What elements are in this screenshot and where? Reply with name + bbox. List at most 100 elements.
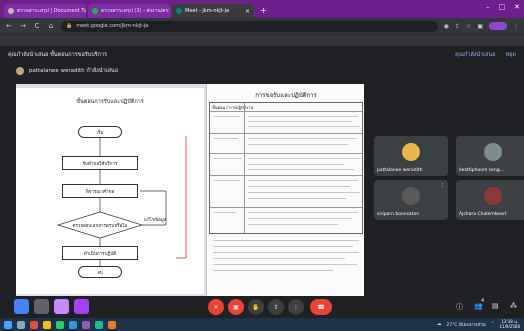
- meeting-title: คุณกำลังนำเสนอ ขั้นตอนการขอรับบริการ: [8, 52, 108, 58]
- avatar: [484, 143, 502, 161]
- present-button[interactable]: ⇧: [268, 299, 284, 315]
- document-panel: การขอรับและปฏิบัติการ ขั้นตอน / การปฏิบั…: [206, 84, 364, 296]
- people-count: 4: [481, 298, 485, 304]
- participant-tile[interactable]: ⋮ siriporn boonsaton: [374, 180, 448, 220]
- clock-date: 11/9/2566: [499, 323, 520, 329]
- address-bar-row: ← → C ⌂ 🔒 meet.google.com/jkm-nkjt-ja ◉ …: [0, 18, 524, 34]
- extensions-icon[interactable]: ▣: [477, 23, 483, 30]
- tab-favicon-icon: [8, 8, 14, 14]
- browser-tab-active[interactable]: Meet - jkm-nkjt-ja ×: [172, 4, 254, 18]
- avatar: [402, 187, 420, 205]
- app-shortcut-button[interactable]: [14, 299, 29, 314]
- flow-step: รับคำขอใช้บริการ: [62, 156, 138, 170]
- back-button[interactable]: ←: [5, 22, 13, 30]
- participant-tile[interactable]: ⋮ keattiphoom seng...: [456, 136, 524, 176]
- forward-button[interactable]: →: [19, 22, 27, 30]
- participant-name: Ajchara Chalernkeart: [459, 212, 507, 217]
- flow-step: พิจารณาคำขอ: [62, 184, 138, 198]
- flow-decision: ตรวจสอบเอกสารครบหรือไม่: [72, 224, 128, 229]
- table-column-divider: [244, 103, 245, 233]
- avatar: [402, 143, 420, 161]
- wifi-icon[interactable]: ⌃: [491, 322, 495, 327]
- app-shortcut-button[interactable]: [34, 299, 49, 314]
- table-row: [210, 111, 362, 112]
- app-icon[interactable]: [95, 320, 103, 329]
- meet-favicon-icon: [176, 8, 182, 14]
- minimize-button[interactable]: –: [486, 3, 490, 11]
- bookmark-bar: [0, 34, 524, 46]
- browser-tab[interactable]: ตรวจสาระสรุป | Document Tutor - ... ×: [4, 4, 86, 18]
- participant-name: pattalanee weradith: [377, 168, 423, 173]
- mic-off-button[interactable]: ✕: [208, 299, 224, 315]
- mic-indicator-icon: ⋮: [440, 183, 445, 189]
- avatar: [484, 187, 502, 205]
- tab-title: ตรวจสาระสรุป | Document Tutor - ...: [17, 8, 86, 14]
- more-options-button[interactable]: ⋮: [288, 299, 304, 315]
- flow-end: จบ: [78, 266, 122, 278]
- flow-step: ดำเนินการปฏิบัติ: [62, 246, 138, 260]
- folder-icon[interactable]: [43, 320, 51, 329]
- table-header: ขั้นตอน / การปฏิบัติงาน: [212, 105, 254, 110]
- camera-off-button[interactable]: ▣: [228, 299, 244, 315]
- menu-icon[interactable]: ⋮: [513, 23, 519, 30]
- lock-icon: 🔒: [66, 23, 73, 29]
- presenter-row: pattalanee weradith กำลังนำเสนอ: [0, 64, 524, 78]
- raise-hand-button[interactable]: ✋: [248, 299, 264, 315]
- app-icon[interactable]: [30, 320, 38, 329]
- star-icon[interactable]: ☆: [466, 23, 471, 30]
- document-table: ขั้นตอน / การปฏิบัติงาน: [209, 102, 363, 234]
- flow-start: เริ่ม: [78, 126, 122, 138]
- avatar: [16, 67, 24, 75]
- url-field[interactable]: 🔒 meet.google.com/jkm-nkjt-ja: [61, 20, 438, 32]
- tab-title: ตรวจสาระสรุป (3) - ส่งงาน/ตรวจ: [101, 8, 170, 14]
- browser-tab[interactable]: ตรวจสาระสรุป (3) - ส่งงาน/ตรวจ ×: [88, 4, 170, 18]
- tab-favicon-icon: [92, 8, 98, 14]
- camera-icon[interactable]: ◉: [444, 23, 449, 30]
- table-row: [210, 175, 362, 176]
- edge-icon[interactable]: [69, 320, 77, 329]
- window-controls: – □ ✕: [486, 3, 520, 11]
- start-icon[interactable]: [4, 320, 12, 329]
- home-button[interactable]: ⌂: [47, 22, 55, 30]
- table-row: [210, 153, 362, 154]
- search-icon[interactable]: [17, 320, 25, 329]
- clock[interactable]: 13:18 น. 11/9/2566: [499, 319, 520, 329]
- browser-tabbar: ตรวจสาระสรุป | Document Tutor - ... × ตร…: [0, 0, 524, 18]
- app-icon[interactable]: [82, 320, 90, 329]
- close-window-button[interactable]: ✕: [514, 3, 520, 11]
- meet-control-bar: ✕ ▣ ✋ ⇧ ⋮ ☎ ⓘ 👥 4 ▤ ⁂: [0, 296, 524, 318]
- new-tab-button[interactable]: +: [256, 6, 271, 18]
- app-shortcut-button[interactable]: [74, 299, 89, 314]
- app-shortcut-button[interactable]: [54, 299, 69, 314]
- flowchart-panel: ขั้นตอนการรับและปฏิบัติการ เริ่ม รับคำขอ…: [16, 88, 204, 294]
- presenter-label: pattalanee weradith กำลังนำเสนอ: [29, 68, 118, 74]
- stop-presenting-button[interactable]: หยุด: [506, 51, 516, 59]
- table-row: [210, 133, 362, 134]
- close-icon[interactable]: ×: [245, 8, 250, 15]
- meet-header: คุณกำลังนำเสนอ ขั้นตอนการขอรับบริการ คุณ…: [0, 46, 524, 64]
- weather-text: 27°C มีเมฆบางส่วน: [446, 323, 486, 328]
- chrome-icon[interactable]: [56, 320, 64, 329]
- os-taskbar: ☁ 27°C มีเมฆบางส่วน ⌃ 13:18 น. 11/9/2566: [0, 318, 524, 331]
- shared-screen[interactable]: ขั้นตอนการรับและปฏิบัติการ เริ่ม รับคำขอ…: [16, 84, 364, 296]
- table-row: [210, 207, 362, 208]
- participant-tile[interactable]: pattalanee weradith: [374, 136, 448, 176]
- tab-title: Meet - jkm-nkjt-ja: [185, 8, 230, 14]
- app-icon[interactable]: [108, 320, 116, 329]
- participant-name: keattiphoom seng...: [459, 168, 504, 173]
- url-text: meet.google.com/jkm-nkjt-ja: [76, 23, 149, 29]
- system-tray: ☁ 27°C มีเมฆบางส่วน ⌃ 13:18 น. 11/9/2566: [437, 319, 520, 329]
- document-title: การขอรับและปฏิบัติการ: [255, 92, 317, 99]
- participant-tile[interactable]: ⋮ Ajchara Chalernkeart: [456, 180, 524, 220]
- activities-icon[interactable]: ⁂: [510, 302, 517, 310]
- presenting-status: คุณกำลังนำเสนอ: [455, 52, 496, 58]
- maximize-button[interactable]: □: [499, 3, 506, 11]
- participant-name: siriporn boonsaton: [377, 212, 420, 217]
- info-icon[interactable]: ⓘ: [456, 302, 463, 312]
- share-icon[interactable]: ⇪: [455, 23, 460, 30]
- flow-side-label: แก้ไขข้อมูล: [144, 218, 167, 223]
- end-call-button[interactable]: ☎: [310, 299, 332, 315]
- chat-icon[interactable]: ▤: [492, 302, 499, 310]
- reload-button[interactable]: C: [33, 22, 41, 30]
- profile-badge[interactable]: [489, 22, 507, 30]
